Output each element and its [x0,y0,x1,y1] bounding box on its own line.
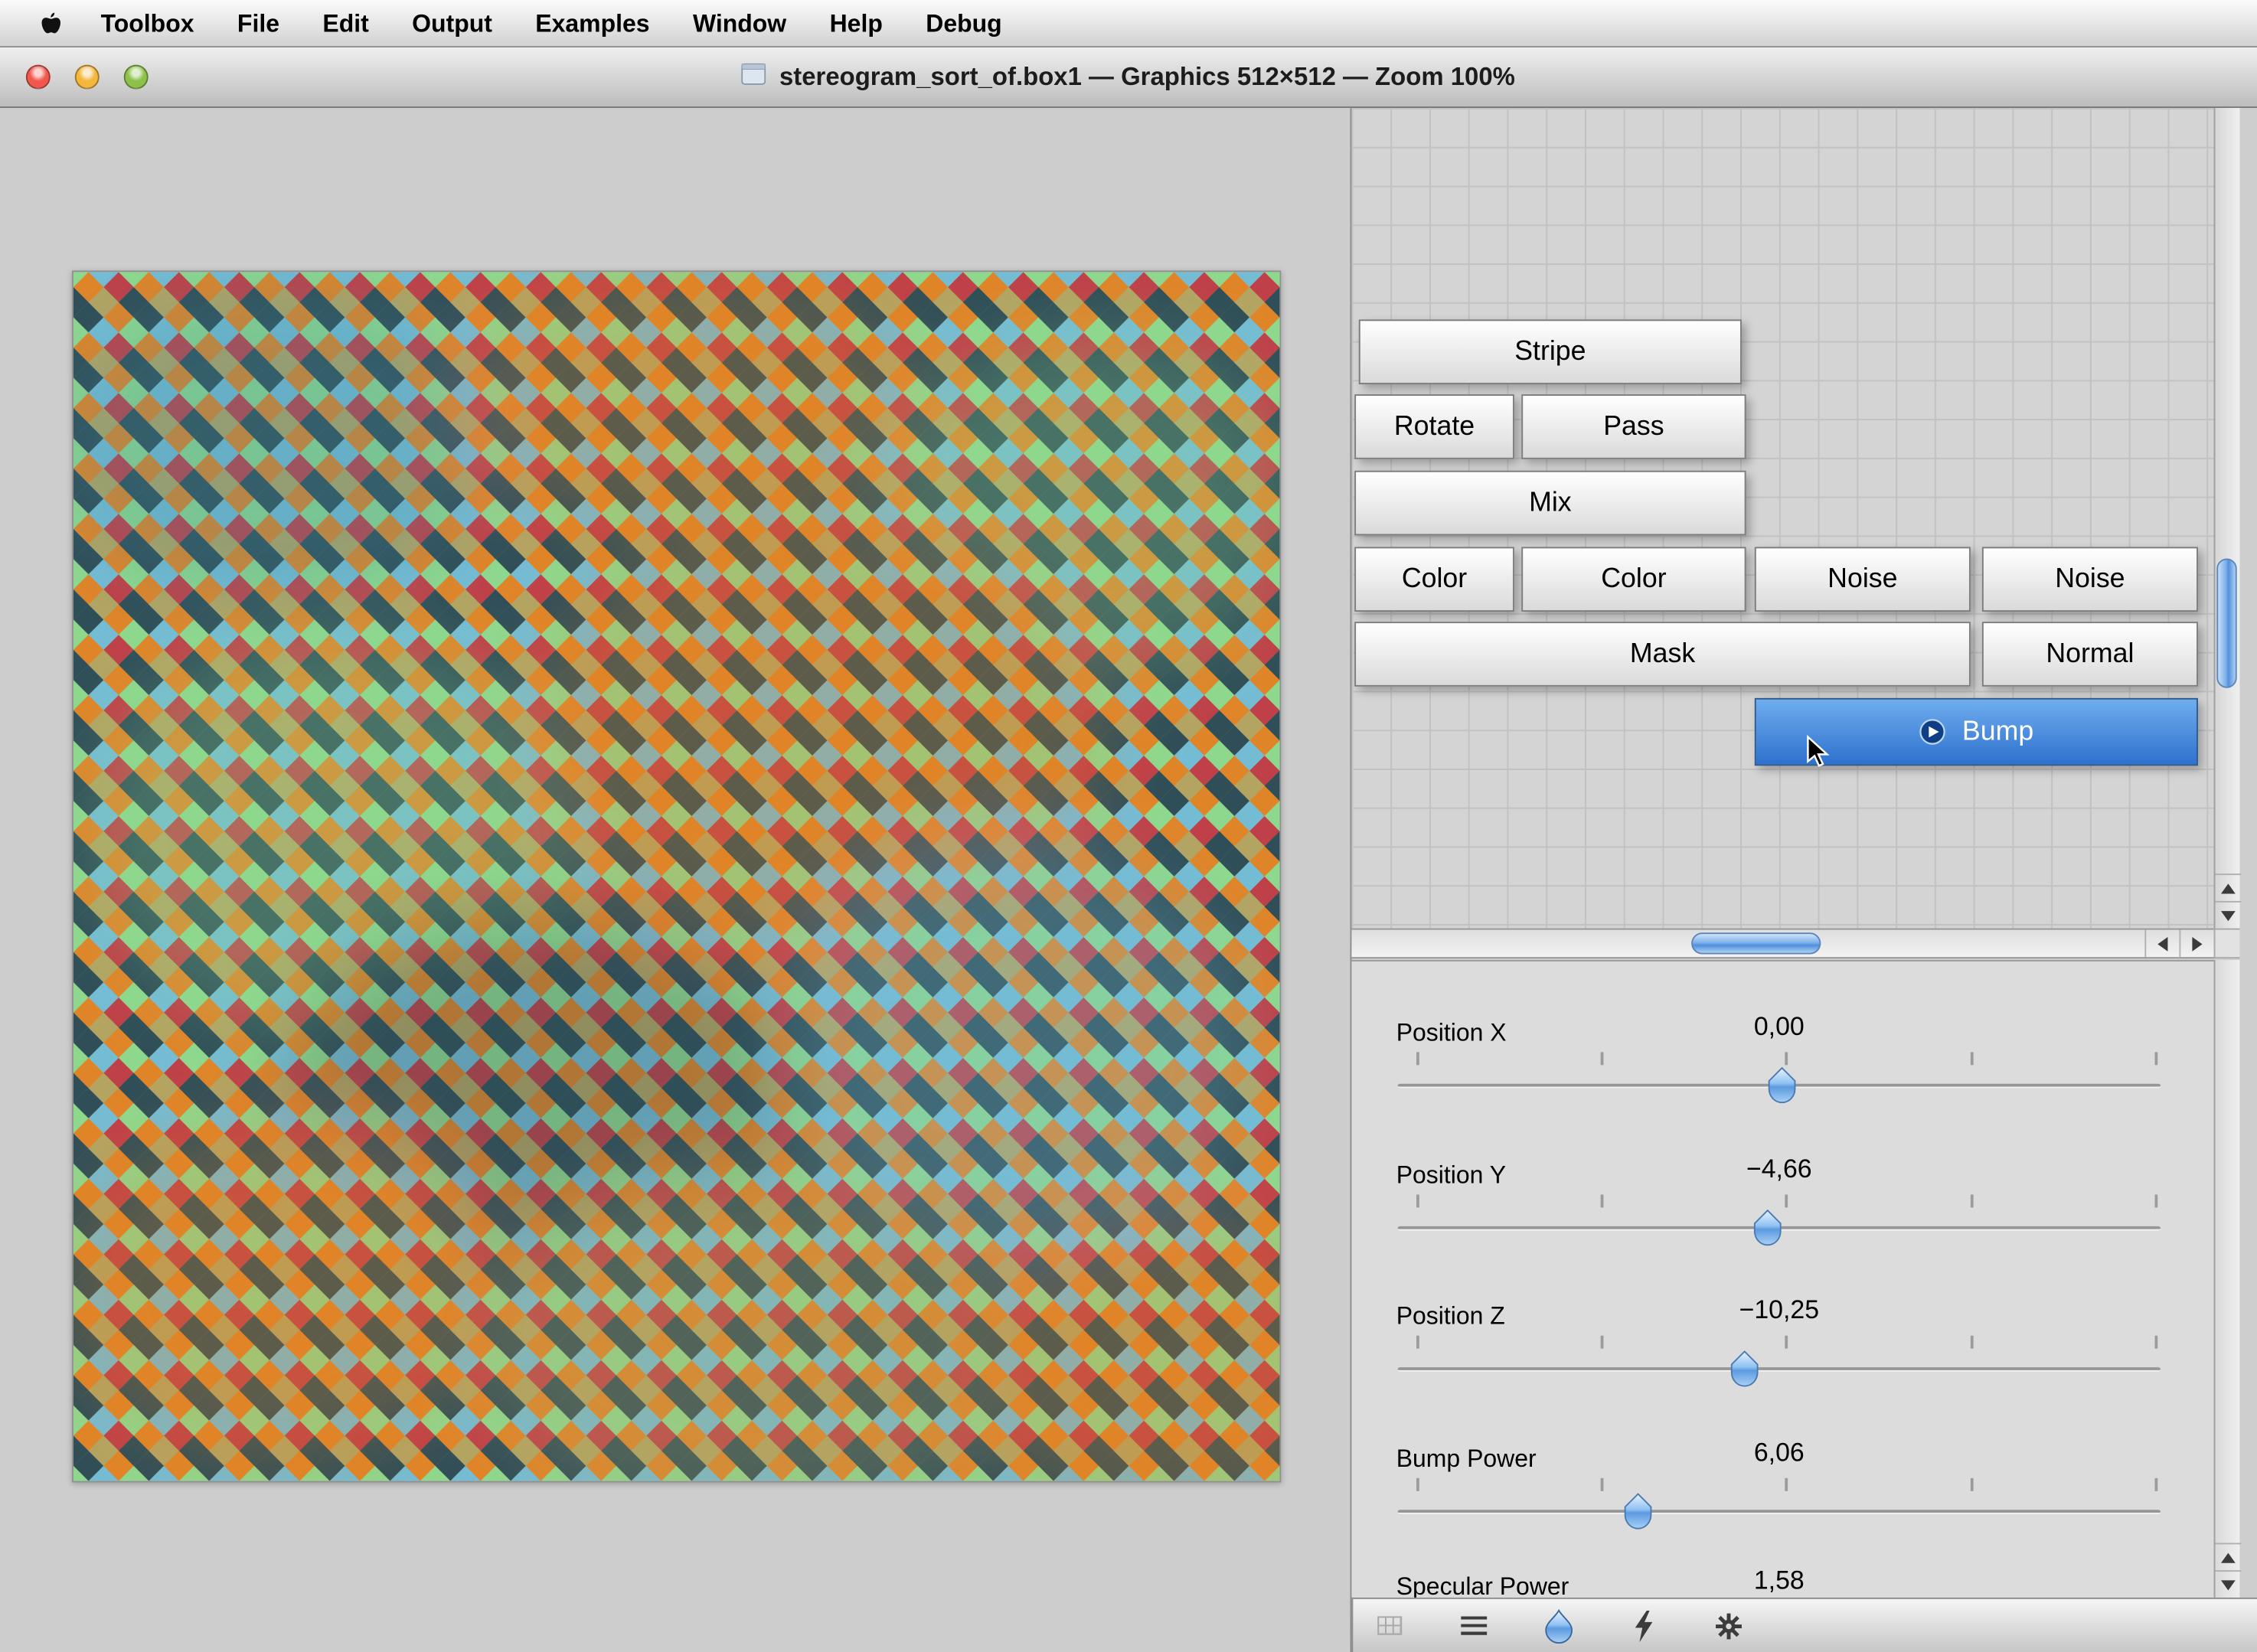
bottom-toolbar [1351,1598,2257,1652]
node-stripe[interactable]: Stripe [1359,319,1742,384]
screen: Toolbox File Edit Output Examples Window… [0,0,2257,1652]
scroll-down-button[interactable] [2215,901,2241,929]
list-view-icon[interactable] [1455,1604,1493,1647]
params-scroll-down-button[interactable] [2215,1570,2241,1598]
menu-bar: Toolbox File Edit Output Examples Window… [0,0,2257,47]
position-z-slider-track[interactable] [1398,1367,2161,1372]
canvas-area [0,108,1351,1652]
position-z-slider-thumb[interactable] [1727,1350,1762,1388]
document-icon [742,64,766,90]
param-row-bump-power: Bump Power 6,06 [1351,1435,2213,1575]
right-arrow-icon [2192,936,2202,951]
param-value-bump-power: 6,06 [1398,1439,2161,1465]
node-noise-1[interactable]: Noise [1755,547,1971,612]
menu-toolbox[interactable]: Toolbox [79,0,215,46]
param-row-position-z: Position Z −10,25 [1351,1292,2213,1433]
left-arrow-icon [2157,936,2167,951]
grid-glyph [1377,1616,1401,1634]
parameters-panel: Position X 0,00 Position Y −4,66 Positio… [1351,960,2213,1598]
node-bump-label: Bump [1962,718,2033,746]
slider-ticks [1398,1052,2161,1065]
node-graph-area[interactable]: Stripe Rotate Pass Mix Color Color Noise… [1351,108,2213,929]
position-y-slider-thumb[interactable] [1750,1209,1785,1246]
param-row-position-y: Position Y −4,66 [1351,1151,2213,1292]
menu-debug[interactable]: Debug [904,0,1024,46]
down-arrow-icon [2221,910,2236,920]
vertical-scrollbar-thumb[interactable] [2216,558,2236,687]
scroll-up-button[interactable] [2215,873,2241,901]
bump-drop-icon[interactable] [1540,1604,1578,1647]
param-value-specular-power: 1,58 [1398,1567,2161,1593]
param-value-position-z: −10,25 [1398,1297,2161,1323]
scroll-left-button[interactable] [2144,930,2179,958]
node-noise-2[interactable]: Noise [1982,547,2198,612]
param-value-position-x: 0,00 [1398,1014,2161,1040]
menu-output[interactable]: Output [390,0,514,46]
param-value-position-y: −4,66 [1398,1156,2161,1182]
apple-menu-icon[interactable] [23,0,79,46]
up-arrow-icon [2221,1552,2236,1562]
position-x-slider-thumb[interactable] [1765,1066,1799,1104]
params-scroll-up-button[interactable] [2215,1543,2241,1570]
menu-file[interactable]: File [216,0,301,46]
texture-image [73,272,1280,1481]
param-row-position-x: Position X 0,00 [1351,1009,2213,1150]
node-pass[interactable]: Pass [1521,394,1746,459]
mouse-cursor [1799,734,1834,775]
node-graph-horizontal-scrollbar[interactable] [1351,929,2213,958]
grid-view-icon[interactable] [1370,1604,1408,1647]
lightning-icon[interactable] [1625,1604,1663,1647]
down-arrow-icon [2221,1579,2236,1589]
horizontal-scrollbar-thumb[interactable] [1691,932,1821,954]
play-icon [1919,718,1946,746]
node-graph-vertical-scrollbar[interactable] [2214,108,2240,929]
rendered-texture [72,270,1281,1482]
param-row-specular-power: Specular Power 1,58 [1351,1563,2213,1598]
slider-ticks [1398,1478,2161,1491]
menu-edit[interactable]: Edit [301,0,390,46]
list-glyph [1461,1616,1487,1634]
node-normal[interactable]: Normal [1982,622,2198,687]
node-color-2[interactable]: Color [1521,547,1746,612]
window-title-bar[interactable]: stereogram_sort_of.box1 — Graphics 512×5… [0,47,2257,108]
node-rotate[interactable]: Rotate [1354,394,1514,459]
menu-window[interactable]: Window [671,0,808,46]
node-mix[interactable]: Mix [1354,471,1746,536]
window-title-area: stereogram_sort_of.box1 — Graphics 512×5… [0,47,2257,106]
node-mask[interactable]: Mask [1354,622,1971,687]
slider-ticks [1398,1194,2161,1207]
bump-power-slider-track[interactable] [1398,1510,2161,1514]
parameters-vertical-scrollbar[interactable] [2214,960,2240,1598]
up-arrow-icon [2221,883,2236,893]
node-color-1[interactable]: Color [1354,547,1514,612]
scroll-right-button[interactable] [2179,930,2213,958]
menu-help[interactable]: Help [808,0,904,46]
gear-icon[interactable] [1710,1604,1748,1647]
window-title: stereogram_sort_of.box1 — Graphics 512×5… [779,64,1515,90]
bump-power-slider-thumb[interactable] [1621,1493,1655,1530]
menu-examples[interactable]: Examples [514,0,671,46]
slider-ticks [1398,1336,2161,1349]
scrollbar-corner [2214,929,2240,958]
